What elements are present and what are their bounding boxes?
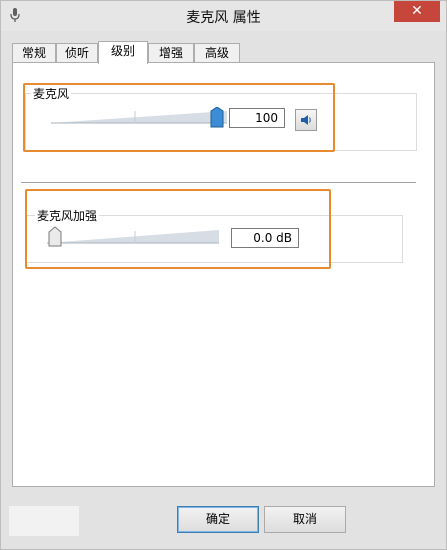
tab-listen[interactable]: 侦听 <box>56 43 98 63</box>
microphone-highlight-box <box>23 83 335 152</box>
tab-enhancements[interactable]: 增强 <box>148 43 194 63</box>
levels-panel: 麦克风 100 麦克风加强 0.0 dB <box>12 62 435 487</box>
blurred-area <box>9 506 79 536</box>
window-title: 麦克风 属性 <box>186 10 261 26</box>
tab-levels[interactable]: 级别 <box>98 41 148 64</box>
properties-window: 麦克风 属性 ✕ 常规 侦听 级别 增强 高级 麦克风 100 麦克风加强 0.… <box>0 0 447 550</box>
cancel-button[interactable]: 取消 <box>264 506 346 533</box>
tab-advanced[interactable]: 高级 <box>194 43 240 63</box>
close-button[interactable]: ✕ <box>394 1 440 22</box>
title-bar[interactable]: 麦克风 属性 ✕ <box>1 1 446 31</box>
separator <box>21 182 416 184</box>
ok-button[interactable]: 确定 <box>177 506 259 533</box>
tab-general[interactable]: 常规 <box>12 43 56 63</box>
boost-highlight-box <box>25 189 331 269</box>
